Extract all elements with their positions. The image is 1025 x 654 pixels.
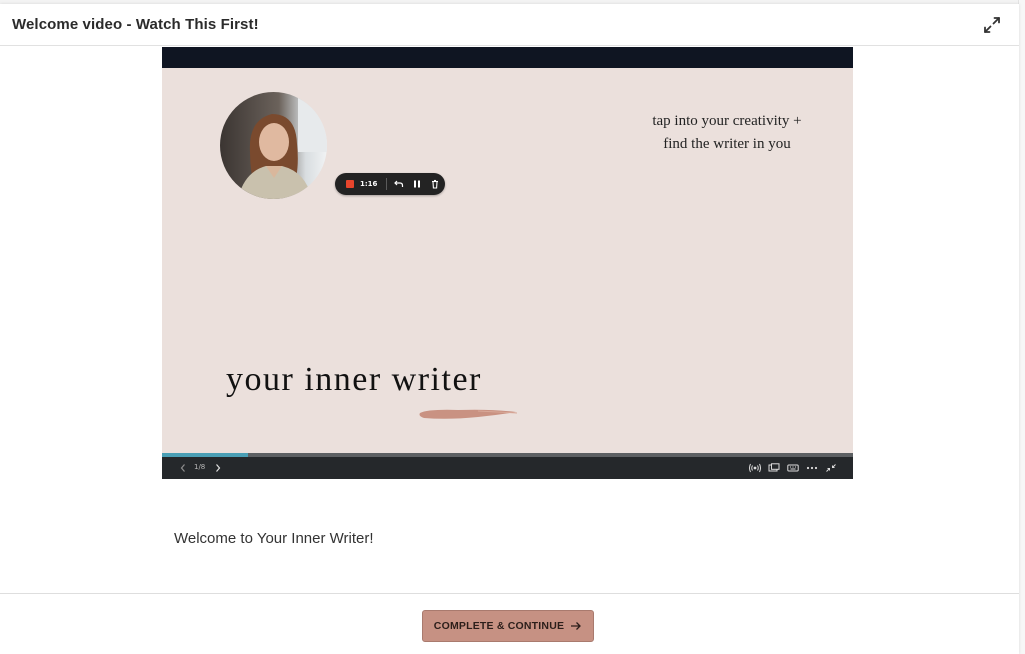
arrow-right-icon <box>571 622 582 630</box>
expand-arrows-icon <box>984 17 1000 33</box>
slide-tagline: tap into your creativity + find the writ… <box>632 110 822 156</box>
slide-tagline-line-1: tap into your creativity + <box>652 113 802 129</box>
video-controls-bar: 1/8 <box>162 457 853 479</box>
more-options-button[interactable] <box>805 461 819 475</box>
exit-fullscreen-button[interactable] <box>824 461 838 475</box>
lesson-panel: Welcome video - Watch This First! 1:16 t… <box>0 4 1019 654</box>
keyboard-shortcuts-button[interactable] <box>786 461 800 475</box>
delete-recording-button[interactable] <box>429 178 441 190</box>
keyboard-icon <box>787 464 799 472</box>
video-player[interactable]: 1:16 tap into your creativity + find the… <box>162 47 853 479</box>
captions-button[interactable] <box>767 461 781 475</box>
trash-icon <box>432 179 439 189</box>
record-stop-icon[interactable] <box>346 180 354 188</box>
recorder-divider <box>386 178 388 190</box>
lesson-header: Welcome video - Watch This First! <box>0 4 1019 46</box>
pause-button[interactable] <box>411 178 423 190</box>
brush-stroke-decoration <box>419 409 518 419</box>
undo-button[interactable] <box>393 178 405 190</box>
complete-and-continue-label: COMPLETE & CONTINUE <box>433 620 565 632</box>
next-slide-button[interactable] <box>213 461 223 475</box>
previous-slide-button[interactable] <box>178 461 188 475</box>
recording-time: 1:16 <box>360 180 378 188</box>
chevron-left-icon <box>180 464 185 472</box>
lesson-title: Welcome video - Watch This First! <box>12 16 259 33</box>
slide-title: your inner writer <box>226 361 482 398</box>
broadcast-button[interactable] <box>748 461 762 475</box>
video-top-bar <box>162 47 853 68</box>
scrollbar-track[interactable] <box>1018 0 1025 654</box>
presenter-webcam-avatar <box>220 92 327 199</box>
more-icon <box>806 466 818 470</box>
chevron-right-icon <box>216 464 221 472</box>
broadcast-icon <box>749 463 761 473</box>
expand-button[interactable] <box>981 14 1003 36</box>
complete-and-continue-button[interactable]: COMPLETE & CONTINUE <box>422 610 594 642</box>
lesson-description: Welcome to Your Inner Writer! <box>174 530 374 547</box>
collapse-icon <box>826 464 836 472</box>
pause-icon <box>414 180 421 188</box>
screen-recorder-toolbar: 1:16 <box>335 173 445 195</box>
undo-icon <box>394 180 404 187</box>
lesson-footer: COMPLETE & CONTINUE <box>0 593 1019 654</box>
captions-icon <box>768 463 780 472</box>
slide-counter: 1/8 <box>194 463 206 471</box>
slide-tagline-line-2: find the writer in you <box>663 136 791 152</box>
